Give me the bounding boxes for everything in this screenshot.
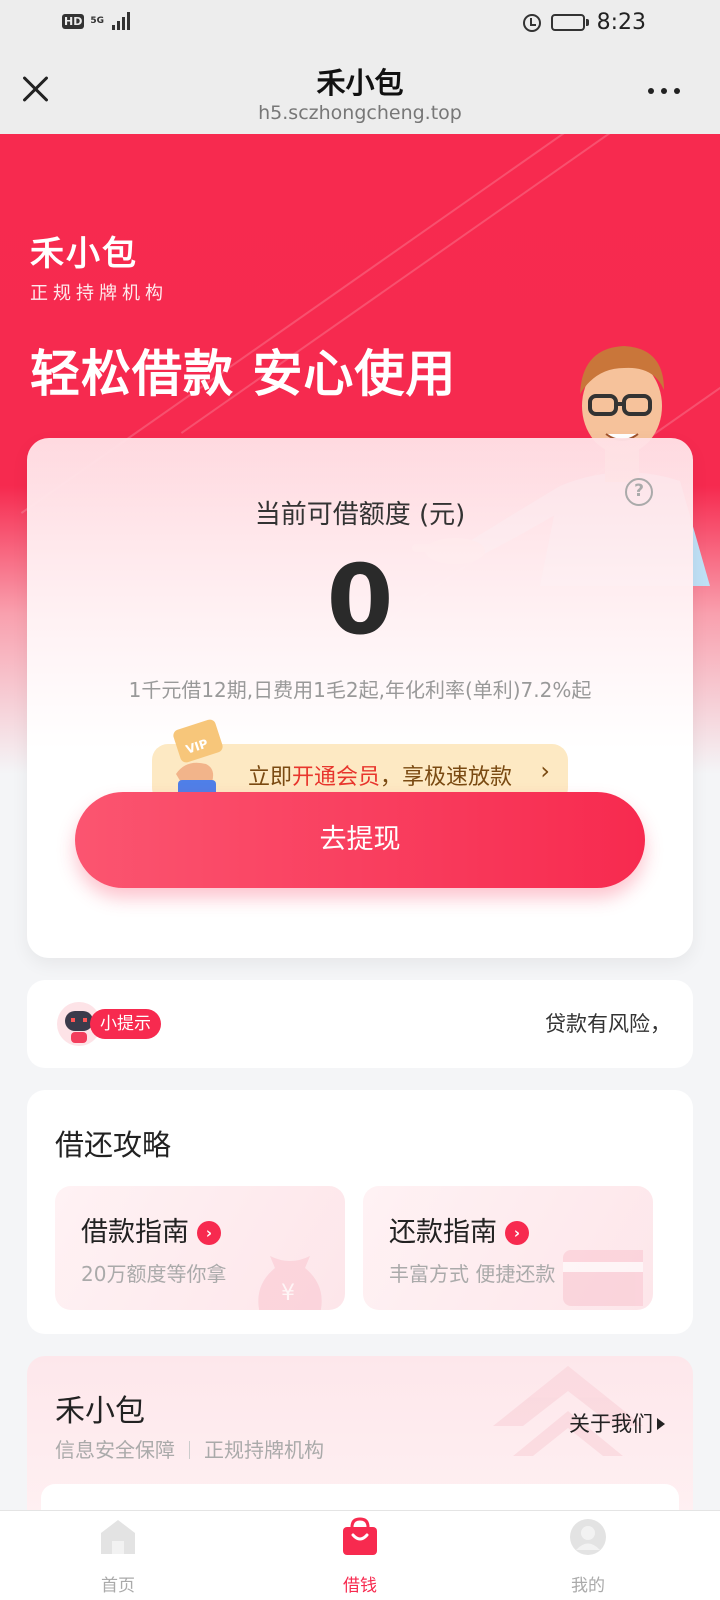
battery-icon — [550, 14, 589, 31]
license-tag: 正规持牌机构 — [204, 1438, 324, 1462]
credit-label: 当前可借额度 (元) — [254, 500, 466, 530]
status-right: 8:23 — [522, 10, 646, 35]
about-us-label: 关于我们 — [569, 1412, 653, 1436]
repay-guide-title: 还款指南 — [389, 1217, 497, 1248]
tip-text: 贷款有风险， — [545, 1012, 671, 1036]
brand-name: 禾小包 — [30, 234, 138, 274]
loan-terms-text: 1千元借12期,日费用1毛2起,年化利率(单利)7.2%起 — [128, 678, 592, 702]
credit-amount: 0 — [326, 544, 394, 656]
vip-ticket-icon: VIP — [173, 719, 223, 796]
tab-profile[interactable]: 我的 — [528, 1517, 648, 1596]
about-us-link[interactable]: 关于我们 — [569, 1408, 665, 1438]
home-icon — [101, 1520, 135, 1554]
tab-home[interactable]: 首页 — [58, 1517, 178, 1596]
guide-section: 借还攻略 借款指南 › 20万额度等你拿 ¥ 还款指南 › 丰富方式 便捷还款 — [27, 1090, 693, 1334]
about-section: 禾小包 信息安全保障 正规持牌机构 关于我们 — [27, 1356, 693, 1516]
withdraw-button[interactable]: 去提现 — [75, 792, 645, 888]
signal-icon — [112, 12, 130, 30]
status-bar: HD 5G 8:23 — [0, 0, 720, 48]
vip-suffix: ，享极速放款 — [380, 765, 513, 790]
brand-logo: 禾小包 正规持牌机构 — [30, 226, 168, 305]
status-left: HD 5G — [62, 12, 130, 30]
repay-guide-card[interactable]: 还款指南 › 丰富方式 便捷还款 — [363, 1186, 653, 1310]
more-icon[interactable] — [648, 88, 680, 94]
browser-nav-bar: 禾小包 h5.sczhongcheng.top — [0, 48, 720, 134]
guide-item-title: 还款指南 › — [389, 1210, 529, 1249]
bottom-tab-bar: 首页 借钱 我的 — [0, 1510, 720, 1600]
money-bag-icon: ¥ — [258, 1256, 322, 1310]
page-title: 禾小包 — [316, 66, 404, 100]
hd-badge: HD — [62, 13, 85, 29]
vip-promo-text: 立即开通会员，享极速放款 — [248, 759, 512, 791]
borrow-guide-subtitle: 20万额度等你拿 — [81, 1262, 227, 1286]
hero-slogan: 轻松借款 安心使用 — [30, 345, 457, 403]
tab-borrow[interactable]: 借钱 — [300, 1517, 420, 1596]
guide-item-title: 借款指南 › — [81, 1210, 221, 1249]
alarm-icon — [522, 13, 541, 32]
brand-subtitle: 正规持牌机构 — [30, 283, 168, 304]
security-tag: 信息安全保障 — [55, 1438, 175, 1462]
profile-icon — [570, 1519, 606, 1555]
card-icon — [563, 1250, 643, 1306]
page-url: h5.sczhongcheng.top — [258, 102, 462, 124]
vip-prefix: 立即 — [248, 765, 293, 790]
tab-profile-label: 我的 — [571, 1576, 605, 1596]
borrow-guide-title: 借款指南 — [81, 1217, 189, 1248]
risk-tip-bar: 小提示 贷款有风险， — [27, 980, 693, 1068]
tab-home-label: 首页 — [101, 1576, 135, 1596]
tab-borrow-label: 借钱 — [343, 1576, 377, 1596]
status-time: 8:23 — [596, 10, 646, 35]
borrow-guide-card[interactable]: 借款指南 › 20万额度等你拿 ¥ — [55, 1186, 345, 1310]
triangle-right-icon — [657, 1418, 665, 1430]
network-type-label: 5G — [90, 15, 104, 26]
arrow-right-icon: › — [505, 1221, 529, 1245]
vip-highlight: 开通会员 — [292, 765, 381, 790]
about-title: 禾小包 — [55, 1394, 145, 1429]
chevron-right-icon: › — [540, 757, 550, 785]
repay-guide-subtitle: 丰富方式 便捷还款 — [389, 1262, 556, 1286]
shopping-bag-icon — [343, 1517, 377, 1555]
tip-badge: 小提示 — [90, 1009, 161, 1039]
svg-text:¥: ¥ — [281, 1281, 295, 1306]
guide-section-title: 借还攻略 — [55, 1128, 172, 1162]
arrow-right-icon: › — [197, 1221, 221, 1245]
about-tags: 信息安全保障 正规持牌机构 — [55, 1434, 324, 1463]
credit-card: ? 当前可借额度 (元) 0 1千元借12期,日费用1毛2起,年化利率(单利)7… — [27, 438, 693, 958]
